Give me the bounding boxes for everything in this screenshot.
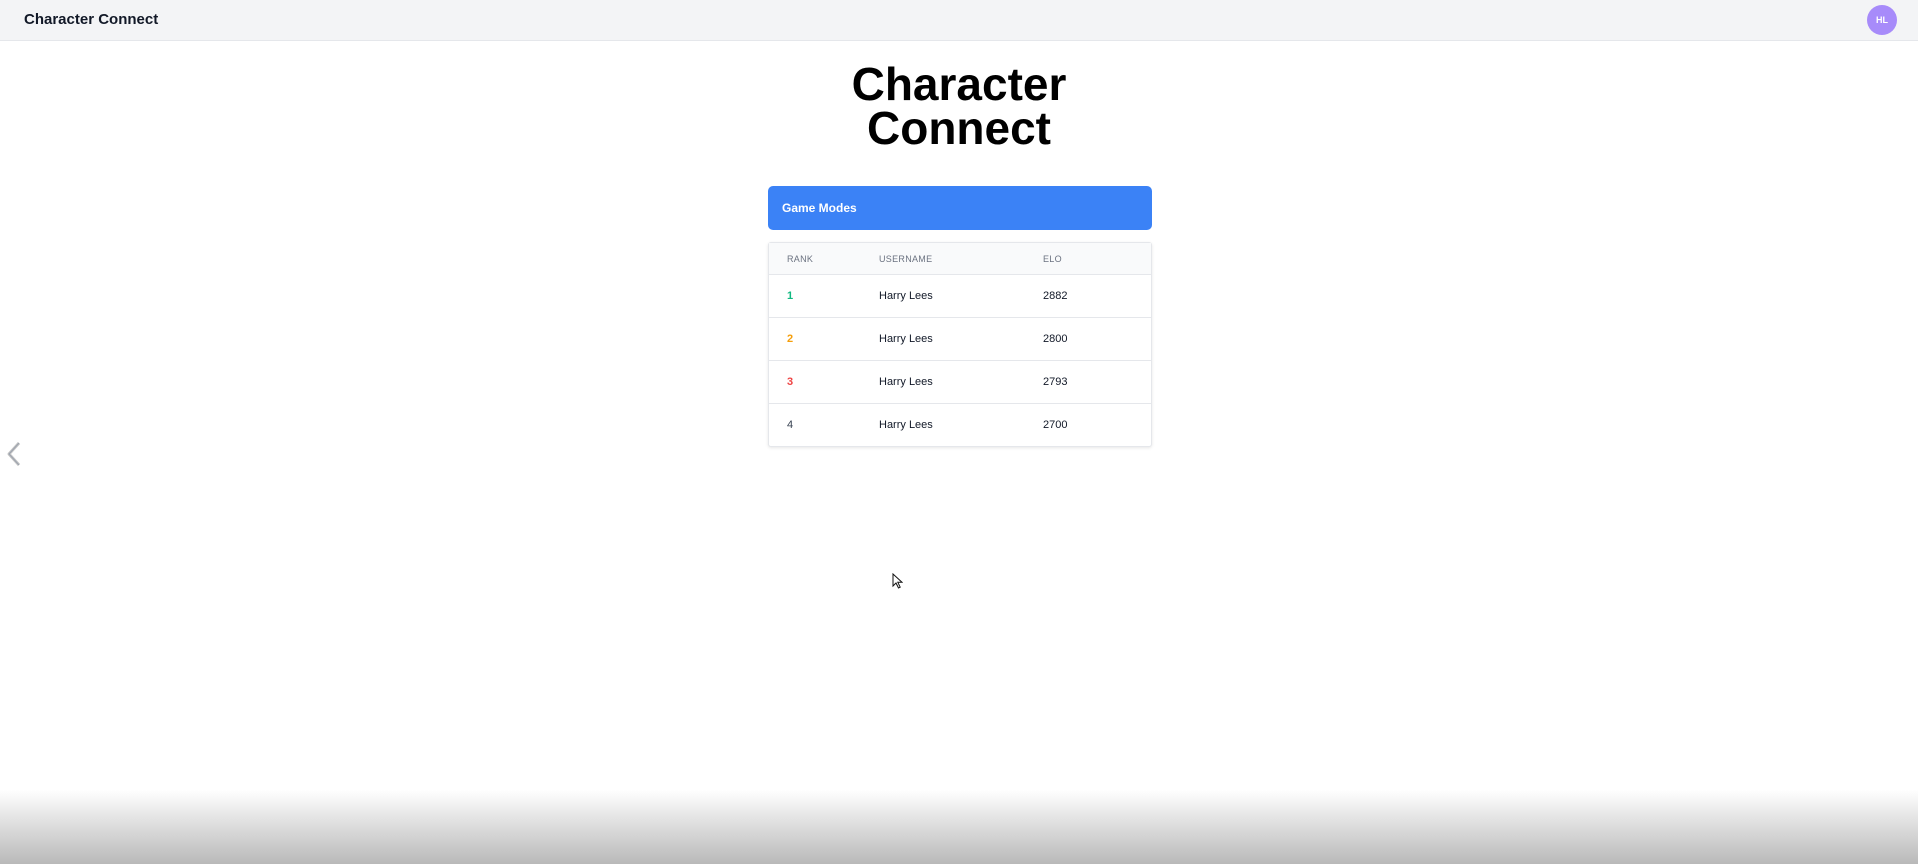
game-modes-button[interactable]: Game Modes (768, 186, 1152, 230)
column-header-elo: ELO (1043, 253, 1062, 264)
elo-cell: 2882 (1043, 290, 1068, 302)
table-row: 3 Harry Lees 2793 (769, 361, 1151, 404)
column-header-rank: RANK (787, 253, 814, 264)
top-navbar: Character Connect HL (0, 0, 1918, 41)
page-title-line-1: Character (851, 58, 1067, 110)
brand-title[interactable]: Character Connect (24, 11, 158, 28)
user-avatar[interactable]: HL (1867, 5, 1897, 35)
table-row: 2 Harry Lees 2800 (769, 318, 1151, 361)
leaderboard-table: RANK USERNAME ELO 1 Harry Lees 2882 2 Ha… (768, 242, 1152, 447)
page-title: Character Connect (0, 58, 1918, 154)
elo-cell: 2800 (1043, 333, 1068, 345)
column-header-username: USERNAME (879, 253, 933, 264)
mouse-pointer-icon (892, 572, 904, 589)
table-row: 1 Harry Lees 2882 (769, 275, 1151, 318)
chevron-left-icon[interactable] (4, 440, 26, 468)
bottom-gradient (0, 790, 1918, 864)
rank-cell: 3 (787, 376, 794, 388)
rank-cell: 2 (787, 333, 794, 345)
page-title-line-2: Connect (867, 102, 1051, 154)
username-cell: Harry Lees (879, 333, 933, 345)
leaderboard-header-row: RANK USERNAME ELO (769, 243, 1151, 275)
rank-cell: 1 (787, 290, 794, 302)
table-row: 4 Harry Lees 2700 (769, 404, 1151, 446)
elo-cell: 2700 (1043, 419, 1068, 431)
rank-cell: 4 (787, 419, 794, 431)
username-cell: Harry Lees (879, 376, 933, 388)
username-cell: Harry Lees (879, 419, 933, 431)
username-cell: Harry Lees (879, 290, 933, 302)
elo-cell: 2793 (1043, 376, 1068, 388)
